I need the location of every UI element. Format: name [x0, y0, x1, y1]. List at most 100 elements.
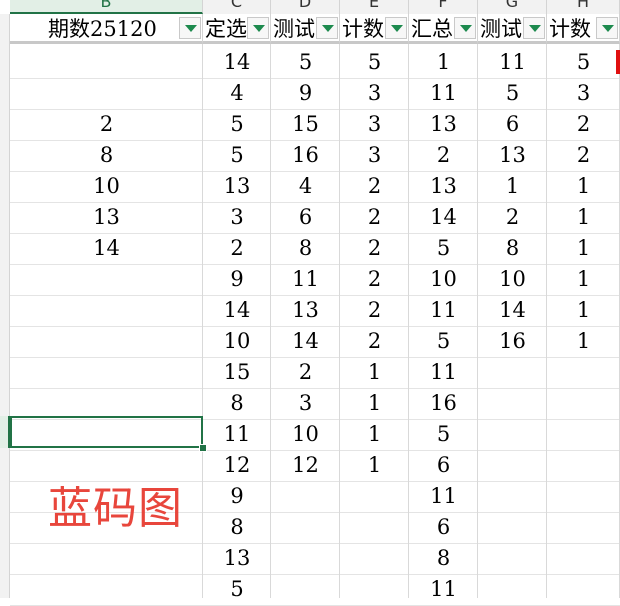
cell-g-10[interactable]: 16 [478, 326, 547, 357]
cell-h-9[interactable]: 1 [547, 295, 620, 326]
cell-f-1[interactable]: 1 [409, 47, 478, 78]
header-cell-c[interactable]: 定选 [203, 14, 271, 44]
cell-c-4[interactable]: 5 [203, 140, 271, 171]
filter-dropdown-icon[interactable] [179, 17, 201, 39]
cell-g-8[interactable]: 10 [478, 264, 547, 295]
cell-c-9[interactable]: 14 [203, 295, 271, 326]
cell-d-6[interactable]: 6 [271, 202, 340, 233]
cell-f-9[interactable]: 11 [409, 295, 478, 326]
cell-h-2[interactable]: 3 [547, 78, 620, 109]
header-cell-b[interactable]: 期数25120 [10, 14, 203, 44]
cell-d-8[interactable]: 11 [271, 264, 340, 295]
cell-c-8[interactable]: 9 [203, 264, 271, 295]
cell-d-5[interactable]: 4 [271, 171, 340, 202]
header-cell-e[interactable]: 计数 [340, 14, 409, 44]
cell-e-12[interactable]: 1 [340, 388, 409, 419]
cell-h-3[interactable]: 2 [547, 109, 620, 140]
cell-c-14[interactable]: 12 [203, 450, 271, 481]
cell-h-10[interactable]: 1 [547, 326, 620, 357]
cell-d-1[interactable]: 5 [271, 47, 340, 78]
selected-cell[interactable] [10, 416, 203, 448]
cell-f-16[interactable]: 6 [409, 512, 478, 543]
cell-e-14[interactable]: 1 [340, 450, 409, 481]
column-letter-e[interactable]: E [340, 0, 409, 14]
cell-f-12[interactable]: 16 [409, 388, 478, 419]
cell-c-2[interactable]: 4 [203, 78, 271, 109]
cell-d-4[interactable]: 16 [271, 140, 340, 171]
cell-d-13[interactable]: 10 [271, 419, 340, 450]
cell-h-6[interactable]: 1 [547, 202, 620, 233]
cell-b-7[interactable]: 14 [10, 233, 203, 264]
cell-d-7[interactable]: 8 [271, 233, 340, 264]
cell-c-16[interactable]: 8 [203, 512, 271, 543]
cell-c-7[interactable]: 2 [203, 233, 271, 264]
column-letter-c[interactable]: C [203, 0, 271, 14]
cell-c-15[interactable]: 9 [203, 481, 271, 512]
cell-g-7[interactable]: 8 [478, 233, 547, 264]
cell-e-2[interactable]: 3 [340, 78, 409, 109]
column-letter-g[interactable]: G [478, 0, 547, 14]
cell-c-13[interactable]: 11 [203, 419, 271, 450]
cell-f-15[interactable]: 11 [409, 481, 478, 512]
cell-g-3[interactable]: 6 [478, 109, 547, 140]
cell-e-11[interactable]: 1 [340, 357, 409, 388]
cell-h-7[interactable]: 1 [547, 233, 620, 264]
cell-e-10[interactable]: 2 [340, 326, 409, 357]
cell-c-5[interactable]: 13 [203, 171, 271, 202]
cell-f-7[interactable]: 5 [409, 233, 478, 264]
cell-d-9[interactable]: 13 [271, 295, 340, 326]
cell-c-1[interactable]: 14 [203, 47, 271, 78]
cell-h-5[interactable]: 1 [547, 171, 620, 202]
cell-f-11[interactable]: 11 [409, 357, 478, 388]
column-letter-h[interactable]: H [547, 0, 620, 14]
cell-h-8[interactable]: 1 [547, 264, 620, 295]
cell-f-3[interactable]: 13 [409, 109, 478, 140]
cell-d-12[interactable]: 3 [271, 388, 340, 419]
filter-dropdown-icon[interactable] [454, 17, 476, 39]
header-cell-f[interactable]: 汇总 [409, 14, 478, 44]
cell-f-18[interactable]: 11 [409, 574, 478, 605]
cell-h-4[interactable]: 2 [547, 140, 620, 171]
cell-e-3[interactable]: 3 [340, 109, 409, 140]
header-cell-h[interactable]: 计数 [547, 14, 620, 44]
cell-b-4[interactable]: 8 [10, 140, 203, 171]
header-cell-g[interactable]: 测试 [478, 14, 547, 44]
cell-e-5[interactable]: 2 [340, 171, 409, 202]
cell-g-5[interactable]: 1 [478, 171, 547, 202]
cell-f-17[interactable]: 8 [409, 543, 478, 574]
cell-f-8[interactable]: 10 [409, 264, 478, 295]
filter-dropdown-icon[interactable] [316, 17, 338, 39]
row-header-strip[interactable] [0, 14, 10, 598]
filter-dropdown-icon[interactable] [385, 17, 407, 39]
cell-g-1[interactable]: 11 [478, 47, 547, 78]
cell-e-4[interactable]: 3 [340, 140, 409, 171]
cell-e-6[interactable]: 2 [340, 202, 409, 233]
cell-b-6[interactable]: 13 [10, 202, 203, 233]
column-letter-f[interactable]: F [409, 0, 478, 14]
cell-c-17[interactable]: 13 [203, 543, 271, 574]
cell-e-8[interactable]: 2 [340, 264, 409, 295]
cell-g-4[interactable]: 13 [478, 140, 547, 171]
cell-b-5[interactable]: 10 [10, 171, 203, 202]
filter-dropdown-icon[interactable] [247, 17, 269, 39]
filter-dropdown-icon[interactable] [523, 17, 545, 39]
cell-c-10[interactable]: 10 [203, 326, 271, 357]
cell-d-3[interactable]: 15 [271, 109, 340, 140]
cell-g-9[interactable]: 14 [478, 295, 547, 326]
cell-f-5[interactable]: 13 [409, 171, 478, 202]
cell-g-2[interactable]: 5 [478, 78, 547, 109]
header-cell-d[interactable]: 测试 [271, 14, 340, 44]
cell-e-1[interactable]: 5 [340, 47, 409, 78]
cell-c-3[interactable]: 5 [203, 109, 271, 140]
cell-e-13[interactable]: 1 [340, 419, 409, 450]
cell-f-13[interactable]: 5 [409, 419, 478, 450]
cell-c-18[interactable]: 5 [203, 574, 271, 605]
cell-d-10[interactable]: 14 [271, 326, 340, 357]
fill-handle[interactable] [199, 444, 207, 452]
cell-h-1[interactable]: 5 [547, 47, 620, 78]
cell-f-14[interactable]: 6 [409, 450, 478, 481]
cell-c-11[interactable]: 15 [203, 357, 271, 388]
selected-row-header[interactable] [0, 416, 10, 448]
filter-dropdown-icon[interactable] [596, 17, 618, 39]
cell-d-11[interactable]: 2 [271, 357, 340, 388]
